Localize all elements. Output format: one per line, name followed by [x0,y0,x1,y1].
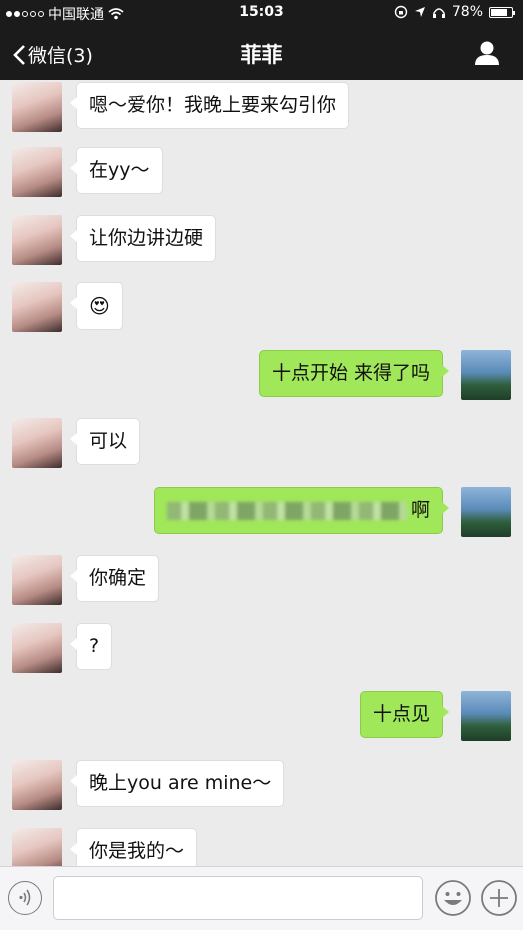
chat-area[interactable]: 嗯～爱你！我晚上要来勾引你 在yy～ 让你边讲边硬 😍 十点开始 来得了吗 可以… [0,80,523,866]
my-avatar[interactable] [461,487,511,537]
contact-avatar[interactable] [12,82,62,132]
emoji-icon[interactable] [434,879,472,917]
nav-bar: 微信(3) 菲菲 [0,26,523,80]
voice-button[interactable] [8,881,42,915]
input-bar [0,866,523,930]
chat-title: 菲菲 [240,43,283,67]
message-bubble[interactable]: 你确定 [69,555,160,602]
plus-icon[interactable] [480,879,518,917]
message-text: 啊 [410,499,430,521]
contact-avatar[interactable] [12,828,62,866]
message-bubble[interactable]: 在yy～ [70,147,163,194]
contact-avatar[interactable] [12,555,62,605]
rotation-lock-icon [394,5,408,19]
contact-avatar[interactable] [12,623,62,673]
blurred-text [166,501,407,520]
person-icon[interactable] [473,40,501,66]
message-bubble[interactable]: 😍 [70,282,123,330]
headphones-icon [432,7,445,18]
contact-avatar[interactable] [12,418,62,468]
contact-avatar[interactable] [12,147,62,197]
message-bubble[interactable]: 啊 [153,487,450,534]
message-bubble[interactable]: 嗯～爱你！我晚上要来勾引你 [69,82,350,129]
battery-percent: 78% [451,4,483,20]
message-bubble[interactable]: 你是我的～ [69,828,198,866]
my-avatar[interactable] [461,350,511,400]
message-input[interactable] [53,876,423,920]
message-bubble[interactable]: 可以 [69,418,141,465]
contact-avatar[interactable] [12,282,62,332]
contact-avatar[interactable] [12,760,62,810]
status-right: 78% [394,4,515,20]
contact-avatar[interactable] [12,215,62,265]
message-bubble[interactable]: 十点开始 来得了吗 [258,350,450,397]
battery-icon [489,6,515,18]
voice-icon [19,889,31,906]
status-bar: 中国联通 15:03 78% [0,0,523,26]
message-bubble[interactable]: 让你边讲边硬 [69,215,217,262]
message-bubble[interactable]: 十点见 [359,691,450,738]
message-bubble[interactable]: 晚上you are mine～ [69,760,285,807]
location-icon [414,7,425,17]
message-bubble[interactable]: ? [69,623,113,670]
my-avatar[interactable] [461,691,511,741]
